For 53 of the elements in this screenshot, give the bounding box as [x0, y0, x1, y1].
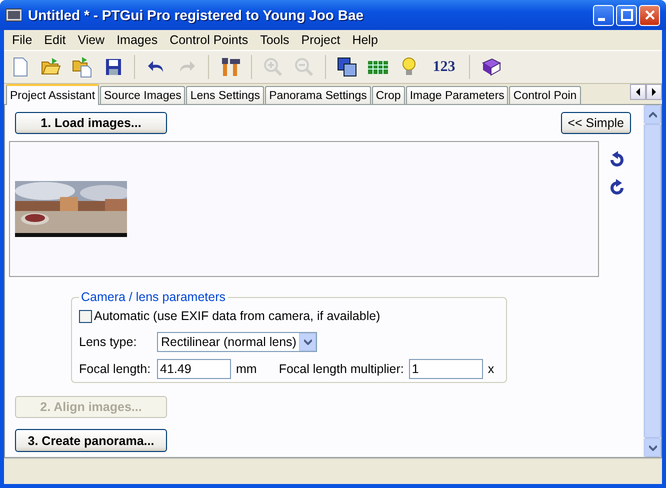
- rotate-left-icon[interactable]: [609, 151, 625, 169]
- chevron-down-icon: [304, 339, 312, 345]
- menu-item[interactable]: Images: [110, 33, 164, 47]
- tab[interactable]: Image Parameters: [406, 86, 508, 104]
- field-label: Lens type:: [79, 335, 138, 349]
- tab[interactable]: Project Assistant: [6, 84, 100, 105]
- app-icon: [6, 8, 22, 22]
- scrollbar[interactable]: [643, 105, 661, 457]
- tab[interactable]: Crop: [372, 86, 405, 104]
- scroll-right-button[interactable]: [646, 84, 662, 100]
- toolbar-button[interactable]: 123: [426, 54, 462, 80]
- menu-item[interactable]: Control Points: [164, 33, 254, 47]
- hammer-icon: [219, 56, 241, 78]
- unit-label: x: [488, 362, 494, 376]
- field-label: Focal length:: [79, 362, 152, 376]
- menu-item[interactable]: Project: [295, 33, 346, 47]
- chevron-down-icon: [648, 444, 656, 450]
- tab[interactable]: Source Images: [100, 86, 186, 104]
- menu-item[interactable]: View: [72, 33, 111, 47]
- close-button[interactable]: [639, 4, 660, 26]
- chevron-up-icon: [648, 112, 656, 118]
- left-arrow-icon: [634, 88, 642, 96]
- rotate-right-icon[interactable]: [609, 179, 625, 197]
- scroll-left-button[interactable]: [630, 84, 646, 100]
- windows-icon: [336, 56, 358, 78]
- checkbox-label: Automatic (use EXIF data from camera, if available): [94, 309, 380, 323]
- menu-item[interactable]: Help: [346, 33, 384, 47]
- tab[interactable]: Lens Settings: [186, 86, 264, 104]
- load-images-button[interactable]: 1. Load images...: [15, 112, 167, 134]
- zoom-in-icon: [262, 56, 284, 78]
- minimize-button[interactable]: [593, 4, 614, 26]
- maximize-button[interactable]: [616, 4, 637, 26]
- tab[interactable]: Control Poin: [509, 86, 581, 104]
- maximize-icon: [620, 9, 632, 21]
- tab[interactable]: Panorama Settings: [265, 86, 371, 104]
- checkbox[interactable]: [79, 310, 92, 322]
- focal-length-field[interactable]: 41.49: [157, 359, 231, 379]
- unit-label: mm: [236, 362, 257, 376]
- window-title: Untitled * - PTGui Pro registered to Young Joo Bae: [28, 7, 365, 23]
- create-panorama-button[interactable]: 3. Create panorama...: [15, 429, 167, 452]
- menu-item[interactable]: Tools: [254, 33, 296, 47]
- field-label: Focal length multiplier:: [278, 362, 404, 376]
- right-arrow-icon: [650, 88, 658, 96]
- folder-document-icon: [71, 56, 93, 78]
- minimize-icon: [598, 18, 605, 20]
- simple-button[interactable]: << Simple: [560, 112, 631, 134]
- menu-item[interactable]: File: [6, 33, 38, 47]
- menu-item[interactable]: Edit: [38, 33, 72, 47]
- zoom-out-icon: [293, 56, 315, 78]
- close-icon: [644, 9, 656, 21]
- multiplier-field[interactable]: 1: [408, 359, 483, 379]
- lens-type-dropdown[interactable]: Rectilinear (normal lens): [157, 332, 318, 352]
- group-title: Camera / lens parameters: [80, 290, 227, 304]
